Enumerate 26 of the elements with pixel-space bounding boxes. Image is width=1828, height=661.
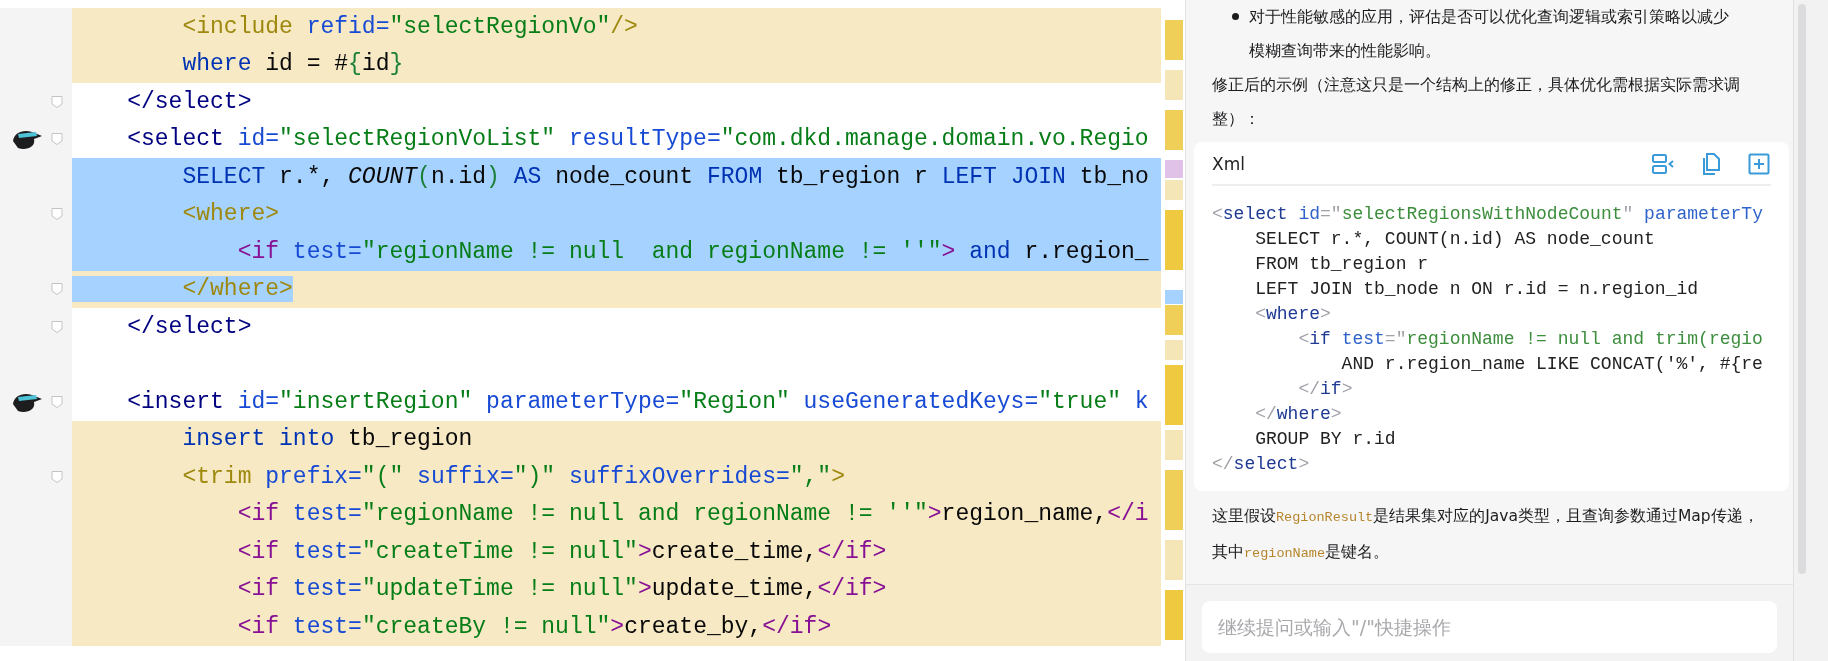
- intro-text: 修正后的示例（注意这只是一个结构上的修正，具体优化需根据实际需求调整）：: [1212, 75, 1741, 130]
- code-line: </select>: [1212, 453, 1311, 476]
- fold-icon[interactable]: [50, 132, 64, 147]
- code-line: GROUP BY r.id: [1254, 428, 1397, 451]
- fold-icon[interactable]: [50, 207, 64, 222]
- code-line: </where>: [1254, 403, 1343, 426]
- fold-icon[interactable]: [50, 282, 64, 297]
- fold-icon[interactable]: [50, 469, 64, 484]
- code-line: AND r.region_name LIKE CONCAT('%', #{re: [1340, 353, 1764, 376]
- code-line: FROM tb_region r: [1254, 253, 1430, 276]
- code-line: <select id="selectRegionsWithNodeCount" parameterTy: [1212, 203, 1764, 226]
- bullet-text: 对于性能敏感的应用，评估是否可以优化查询逻辑或索引策略以减少模糊查询带来的性能影响。: [1249, 7, 1730, 62]
- bullet-icon: [1232, 13, 1239, 20]
- code-line: <if test="regionName != null and trim(regio: [1297, 328, 1764, 351]
- code-line: <where>: [1254, 303, 1332, 326]
- code-line: </if>: [1297, 378, 1354, 401]
- fold-icon[interactable]: [50, 319, 64, 334]
- collapse-icon[interactable]: [1651, 152, 1675, 176]
- plus-square-icon[interactable]: [1747, 152, 1771, 176]
- note-text: 这里假设RegionResult是结果集对应的Java类型，且查询参数通过Map传递，其中 regionName是键名。: [1212, 506, 1760, 563]
- question-input[interactable]: 继续提问或输入"/"快捷操作: [1202, 601, 1777, 653]
- fold-icon[interactable]: [50, 394, 64, 409]
- fold-icon[interactable]: [50, 94, 64, 109]
- code-line: LEFT JOIN tb_node n ON r.id = n.region_id: [1254, 278, 1700, 301]
- code-line: SELECT r.*, COUNT(n.id) AS node_count: [1254, 228, 1656, 251]
- language-label: Xml: [1212, 154, 1246, 174]
